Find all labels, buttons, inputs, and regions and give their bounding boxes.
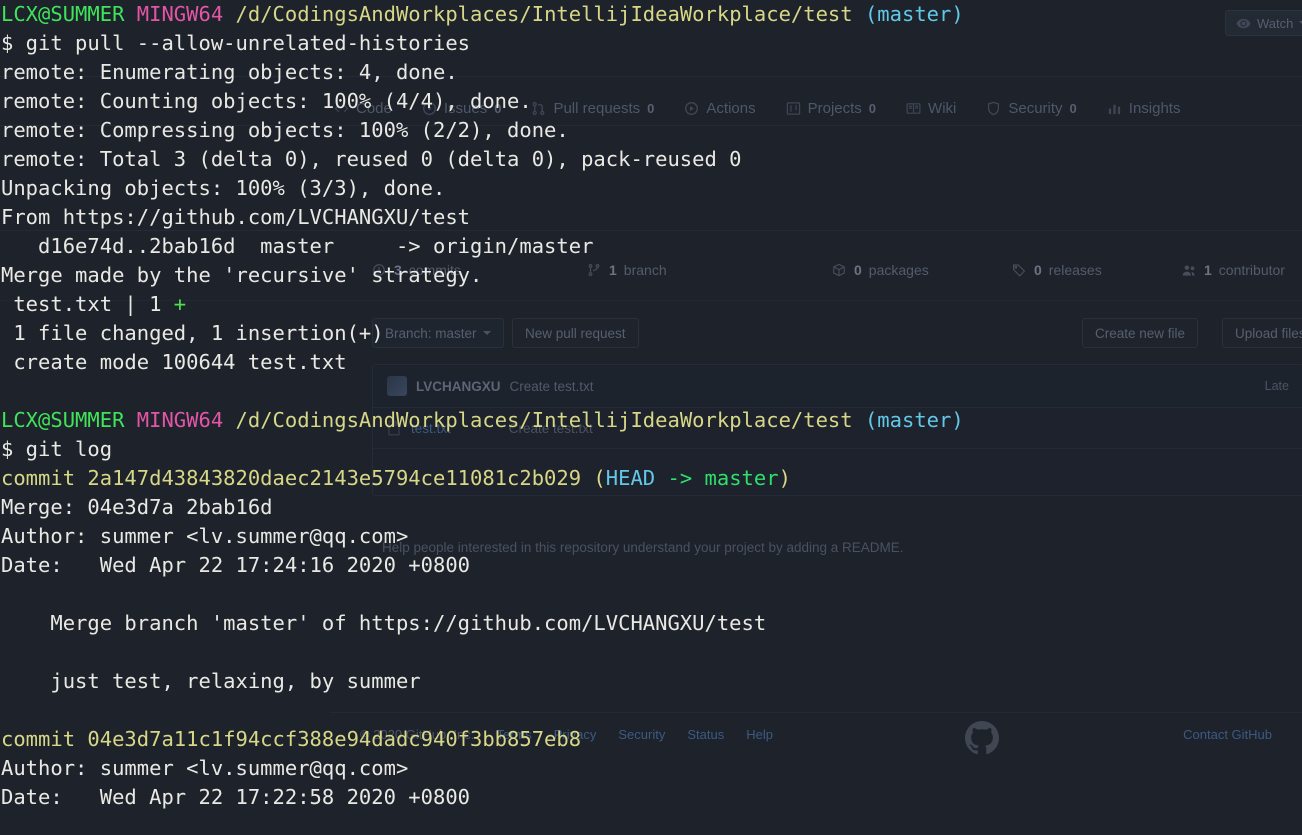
terminal-line-prompt-1: LCX@SUMMER MINGW64 /d/CodingsAndWorkplac… [0,0,1302,29]
terminal-line-out-8: Merge made by the 'recursive' strategy. [0,261,1302,290]
terminal-text: remote: Total 3 (delta 0), reused 0 (del… [1,147,742,171]
terminal-text: MINGW64 [136,2,224,26]
terminal-text: ( [593,466,606,490]
terminal-line-out-10: 1 file changed, 1 insertion(+) [0,319,1302,348]
terminal-text: Author: summer <lv.summer@qq.com> [1,524,409,548]
terminal-line-out-6: From https://github.com/LVCHANGXU/test [0,203,1302,232]
terminal-line-log-2-date: Date: Wed Apr 22 17:22:58 2020 +0800 [0,783,1302,812]
terminal-line-out-11: create mode 100644 test.txt [0,348,1302,377]
terminal-text: HEAD [605,466,656,490]
terminal-line-log-1-msg2: just test, relaxing, by summer [0,667,1302,696]
terminal-text: (master) [864,408,964,432]
terminal-line-out-2: remote: Counting objects: 100% (4/4), do… [0,87,1302,116]
terminal-text: test.txt | 1 [1,292,174,316]
terminal-text: 1 file changed, 1 insertion(+) [1,321,384,345]
terminal-line-log-1-date: Date: Wed Apr 22 17:24:16 2020 +0800 [0,551,1302,580]
screen: Watch 1 Code Issues 0 [0,0,1302,835]
terminal-line-out-3: remote: Compressing objects: 100% (2/2),… [0,116,1302,145]
terminal-text: just test, relaxing, by summer [1,669,421,693]
terminal-text: Date: Wed Apr 22 17:22:58 2020 +0800 [1,785,470,809]
terminal-text: Unpacking objects: 100% (3/3), done. [1,176,446,200]
terminal-text: remote: Compressing objects: 100% (2/2),… [1,118,569,142]
terminal-line-cmd-1: $ git pull --allow-unrelated-histories [0,29,1302,58]
terminal-text: /d/CodingsAndWorkplaces/IntellijIdeaWork… [235,2,853,26]
terminal-text: ) [778,466,791,490]
terminal-text: Date: Wed Apr 22 17:24:16 2020 +0800 [1,553,470,577]
terminal-text: Merge made by the 'recursive' strategy. [1,263,483,287]
terminal-line-out-1: remote: Enumerating objects: 4, done. [0,58,1302,87]
terminal-text: Author: summer <lv.summer@qq.com> [1,756,409,780]
terminal-text: remote: Counting objects: 100% (4/4), do… [1,89,532,113]
terminal-text: commit 04e3d7a11c1f94ccf388e94dadc940f3b… [1,727,582,751]
terminal-line-out-7: d16e74d..2bab16d master -> origin/master [0,232,1302,261]
terminal-text: d16e74d..2bab16d master -> origin/master [1,234,594,258]
terminal-line-prompt-2: LCX@SUMMER MINGW64 /d/CodingsAndWorkplac… [0,406,1302,435]
terminal-line-log-2-commit: commit 04e3d7a11c1f94ccf388e94dadc940f3b… [0,725,1302,754]
terminal-line-blank-1 [0,377,1302,406]
terminal-line-out-4: remote: Total 3 (delta 0), reused 0 (del… [0,145,1302,174]
terminal-text: MINGW64 [136,408,224,432]
terminal-line-log-1-merge: Merge: 04e3d7a 2bab16d [0,493,1302,522]
terminal-line-log-2-author: Author: summer <lv.summer@qq.com> [0,754,1302,783]
terminal-line-log-1-msg1: Merge branch 'master' of https://github.… [0,609,1302,638]
terminal-text: commit 2a147d43843820daec2143e5794ce1108… [1,466,594,490]
terminal-text: (master) [864,2,964,26]
terminal-text: master [704,466,779,490]
terminal-line-blank-2 [0,580,1302,609]
terminal-text: Merge branch 'master' of https://github.… [1,611,767,635]
terminal-text: $ git pull --allow-unrelated-histories [1,31,470,55]
terminal-line-blank-3 [0,638,1302,667]
terminal-text: From https://github.com/LVCHANGXU/test [1,205,470,229]
terminal-text: create mode 100644 test.txt [1,350,347,374]
terminal-line-cmd-2: $ git log [0,435,1302,464]
terminal-text: remote: Enumerating objects: 4, done. [1,60,458,84]
terminal-line-out-5: Unpacking objects: 100% (3/3), done. [0,174,1302,203]
terminal-line-blank-4 [0,696,1302,725]
terminal-line-out-9: test.txt | 1 + [0,290,1302,319]
terminal-text: $ git log [1,437,113,461]
git-bash-terminal[interactable]: LCX@SUMMER MINGW64 /d/CodingsAndWorkplac… [0,0,1302,835]
terminal-text: /d/CodingsAndWorkplaces/IntellijIdeaWork… [235,408,853,432]
terminal-line-log-1-author: Author: summer <lv.summer@qq.com> [0,522,1302,551]
terminal-text: + [173,292,187,316]
terminal-text: LCX@SUMMER [1,408,125,432]
terminal-text: -> [655,466,705,490]
terminal-text: Merge: 04e3d7a 2bab16d [1,495,273,519]
terminal-text: LCX@SUMMER [1,2,125,26]
terminal-line-log-1-commit: commit 2a147d43843820daec2143e5794ce1108… [0,464,1302,493]
